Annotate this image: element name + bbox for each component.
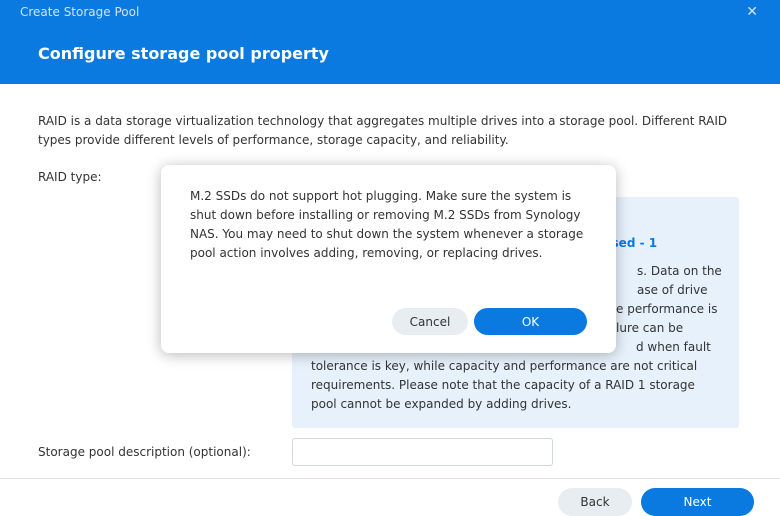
page-title: Configure storage pool property xyxy=(38,44,329,63)
window-title: Create Storage Pool xyxy=(20,5,140,19)
wizard-header: Create Storage Pool ✕ Configure storage … xyxy=(0,0,780,84)
footer-divider xyxy=(0,478,780,479)
back-button[interactable]: Back xyxy=(558,488,632,516)
ok-button[interactable]: OK xyxy=(474,308,587,335)
next-button[interactable]: Next xyxy=(641,488,754,516)
description-input[interactable] xyxy=(292,438,553,466)
description-label: Storage pool description (optional): xyxy=(38,445,251,459)
info-line: pool cannot be expanded by adding drives… xyxy=(311,397,572,411)
cancel-button[interactable]: Cancel xyxy=(392,308,468,335)
dialog-message: M.2 SSDs do not support hot plugging. Ma… xyxy=(190,189,584,260)
info-line: requirements. Please note that the capac… xyxy=(311,378,695,392)
raid-type-label: RAID type: xyxy=(38,170,102,184)
raid-intro-text: RAID is a data storage virtualization te… xyxy=(38,114,728,147)
m2-ssd-warning-dialog: M.2 SSDs do not support hot plugging. Ma… xyxy=(161,165,616,353)
info-line: tolerance is key, while capacity and per… xyxy=(311,359,698,373)
close-icon[interactable]: ✕ xyxy=(746,4,758,20)
